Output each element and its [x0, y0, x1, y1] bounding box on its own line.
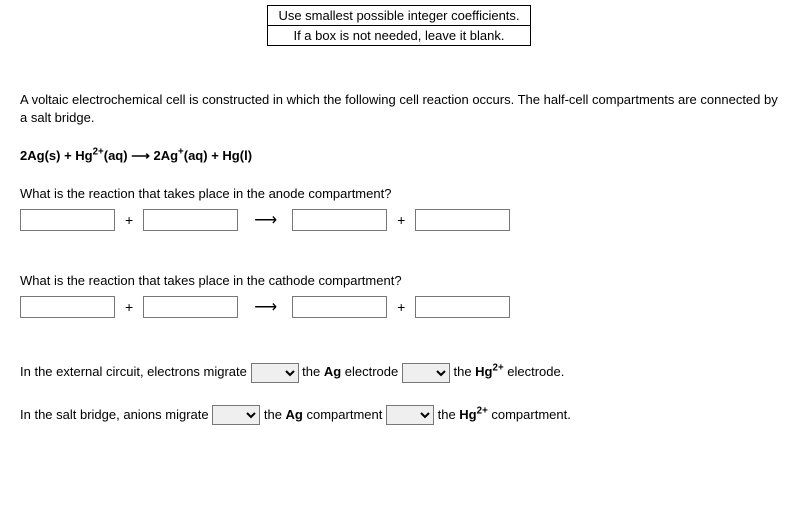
anode-product-1[interactable]	[292, 209, 387, 231]
ext-bold-ag: Ag	[324, 364, 341, 379]
salt-seg1: In the salt bridge, anions migrate	[20, 407, 212, 422]
arrow-symbol: ⟶	[248, 297, 282, 317]
salt-seg3: compartment	[303, 407, 386, 422]
hint-box: Use smallest possible integer coefficien…	[267, 5, 530, 46]
eq-p1-post: (aq)	[184, 148, 208, 163]
eq-plus-2: +	[208, 148, 223, 163]
hint-line-1: Use smallest possible integer coefficien…	[267, 5, 530, 26]
cathode-reactant-1[interactable]	[20, 296, 115, 318]
external-direction-2[interactable]	[402, 363, 450, 383]
ext-seg1: In the external circuit, electrons migra…	[20, 364, 251, 379]
ext-bold-hg-sup: 2+	[493, 363, 504, 374]
salt-seg2: the	[264, 407, 286, 422]
eq-r1-species: Ag(s)	[27, 148, 60, 163]
eq-p2-species: Hg(l)	[222, 148, 252, 163]
eq-p1-pre: Ag	[161, 148, 178, 163]
ext-seg5: electrode.	[504, 364, 565, 379]
plus-symbol: +	[397, 212, 405, 228]
salt-bold-hg-pre: Hg	[459, 407, 476, 422]
external-circuit-sentence: In the external circuit, electrons migra…	[20, 360, 778, 385]
eq-r2-charge: 2+	[93, 147, 104, 158]
salt-direction-1[interactable]	[212, 405, 260, 425]
salt-seg5: compartment.	[488, 407, 571, 422]
anode-reaction-row: + ⟶ +	[20, 209, 778, 231]
eq-r2-post: (aq)	[104, 148, 128, 163]
anode-product-2[interactable]	[415, 209, 510, 231]
salt-bold-hg-sup: 2+	[477, 405, 488, 416]
salt-bold-ag: Ag	[286, 407, 303, 422]
ext-bold-hg-pre: Hg	[475, 364, 492, 379]
external-direction-1[interactable]	[251, 363, 299, 383]
intro-text: A voltaic electrochemical cell is constr…	[20, 91, 778, 126]
cathode-product-1[interactable]	[292, 296, 387, 318]
overall-equation: 2Ag(s) + Hg2+(aq) ⟶ 2Ag+(aq) + Hg(l)	[20, 148, 778, 164]
cathode-product-2[interactable]	[415, 296, 510, 318]
plus-symbol: +	[125, 212, 133, 228]
anode-reactant-1[interactable]	[20, 209, 115, 231]
question-anode: What is the reaction that takes place in…	[20, 186, 778, 201]
anode-reactant-2[interactable]	[143, 209, 238, 231]
plus-symbol: +	[125, 299, 133, 315]
arrow-symbol: ⟶	[248, 210, 282, 230]
salt-direction-2[interactable]	[386, 405, 434, 425]
cathode-reactant-2[interactable]	[143, 296, 238, 318]
hint-line-2: If a box is not needed, leave it blank.	[267, 25, 530, 46]
plus-symbol: +	[397, 299, 405, 315]
ext-seg2: the	[302, 364, 324, 379]
salt-bridge-sentence: In the salt bridge, anions migrate the A…	[20, 403, 778, 428]
ext-seg4: the	[453, 364, 475, 379]
eq-r2-pre: Hg	[75, 148, 92, 163]
salt-seg4: the	[438, 407, 460, 422]
ext-seg3: electrode	[341, 364, 402, 379]
question-cathode: What is the reaction that takes place in…	[20, 273, 778, 288]
cathode-reaction-row: + ⟶ +	[20, 296, 778, 318]
eq-plus-1: +	[60, 148, 75, 163]
eq-arrow: ⟶	[128, 148, 154, 163]
eq-p1-coef: 2	[153, 148, 160, 163]
